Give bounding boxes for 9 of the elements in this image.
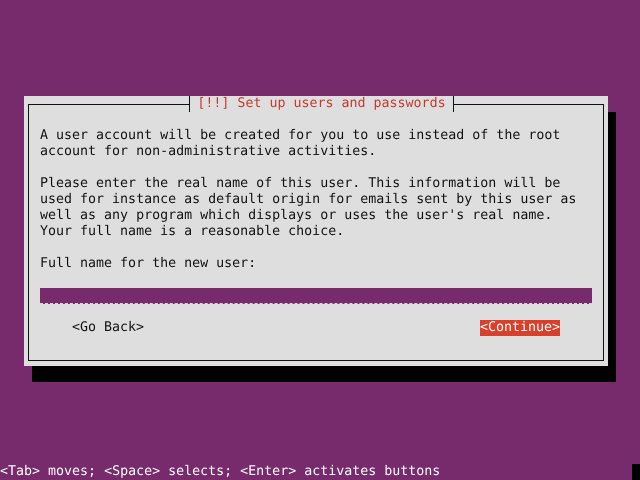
dialog-title: [!!] Set up users and passwords xyxy=(189,96,454,112)
cursor-block xyxy=(632,464,640,480)
status-bar-text: <Tab> moves; <Space> selects; <Enter> activates buttons xyxy=(0,464,440,480)
continue-button[interactable]: <Continue> xyxy=(480,320,560,336)
back-button[interactable]: <Go Back> xyxy=(72,320,144,336)
name-input-field[interactable] xyxy=(40,288,592,304)
description-text: A user account will be created for you to use instead of the root account for non-administrative activities. xyxy=(40,128,562,160)
field-label: Full name for the new user: xyxy=(40,256,258,272)
description-text: Please enter the real name of this user. This information will be used for instance as default origin for emails sent by this user as well as any program which displays or uses the user's real name. Your full name is a reasonable choice. xyxy=(40,176,578,240)
